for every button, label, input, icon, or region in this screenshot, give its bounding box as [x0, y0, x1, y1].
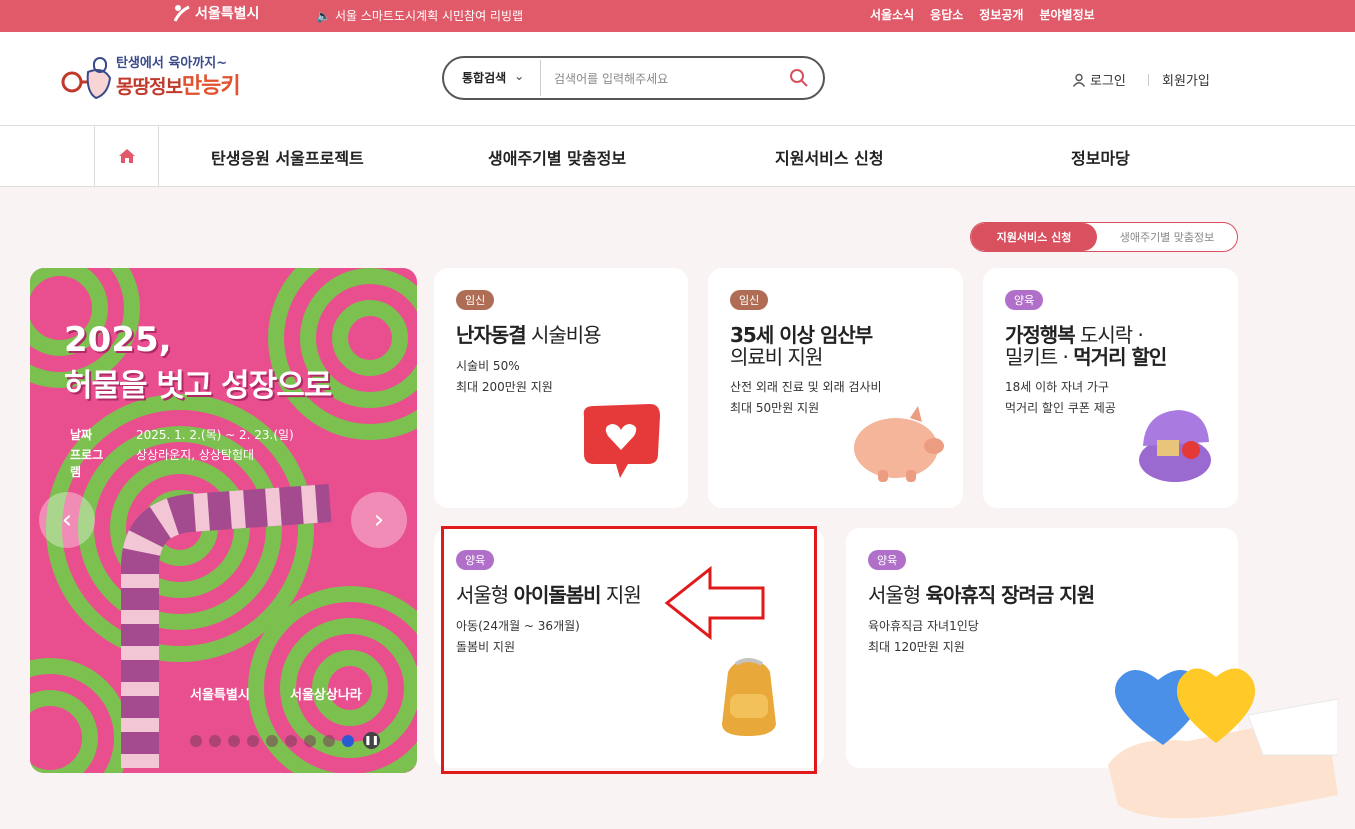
- search-icon[interactable]: [789, 68, 809, 88]
- speaker-icon: 🔈: [316, 8, 331, 23]
- category-badge: 임신: [730, 290, 769, 310]
- link-info-disclosure[interactable]: 정보공개: [979, 6, 1023, 23]
- chevron-right-icon: ›: [373, 505, 385, 535]
- category-badge: 임신: [456, 290, 495, 310]
- slide-dot[interactable]: [247, 734, 259, 747]
- prev-slide-button[interactable]: ‹: [39, 492, 95, 548]
- category-badge: 양육: [1005, 290, 1044, 310]
- slide-dot[interactable]: [190, 734, 202, 747]
- seoul-logo-icon: [173, 5, 190, 22]
- highlight-box: [441, 526, 817, 774]
- main-nav: 탄생응원 서울프로젝트 생애주기별 맞춤정보 지원서비스 신청 정보마당: [0, 126, 1355, 187]
- lunchbox-icon: [1139, 410, 1211, 482]
- card-pregnancy-medical[interactable]: 임신 35세 이상 임산부 의료비 지원 산전 외래 진료 및 외래 검사비 최대…: [708, 268, 963, 508]
- notice-link[interactable]: 🔈 서울 스마트도시계획 시민참여 리빙랩: [316, 7, 523, 24]
- pause-icon[interactable]: ❚❚: [363, 732, 380, 749]
- chevron-down-icon: ⌄: [514, 69, 525, 83]
- nav-birth-project[interactable]: 탄생응원 서울프로젝트: [211, 145, 364, 169]
- card-family-meal[interactable]: 양육 가정행복 도시락 · 밀키트 · 먹거리 할인 18세 이하 자녀 가구 먹…: [983, 268, 1238, 508]
- card-title: 35세 이상 임산부 의료비 지원: [730, 323, 873, 369]
- link-field-info[interactable]: 분야별정보: [1039, 6, 1094, 23]
- heart-chat-icon: [583, 404, 660, 478]
- next-slide-button[interactable]: ›: [351, 492, 407, 548]
- home-button[interactable]: [94, 126, 159, 186]
- home-icon: [118, 149, 135, 163]
- card-title: 난자동결 시술비용: [456, 323, 602, 347]
- slide-dot[interactable]: [323, 734, 335, 747]
- link-response[interactable]: 응답소: [930, 6, 963, 23]
- piggy-bank-icon: [854, 406, 944, 482]
- top-bar: 서울특별시 🔈 서울 스마트도시계획 시민참여 리빙랩 서울소식 응답소 정보공…: [0, 0, 1355, 32]
- slide-dot[interactable]: [285, 734, 297, 747]
- banner-org-seoul: 서울특별시: [190, 688, 250, 703]
- card-title: 서울형 육아휴직 장려금 지원: [868, 583, 1095, 607]
- link-seoul-news[interactable]: 서울소식: [870, 6, 914, 23]
- nav-info-board[interactable]: 정보마당: [1071, 145, 1130, 169]
- category-badge: 양육: [868, 550, 907, 570]
- slide-dot[interactable]: [209, 734, 221, 747]
- toggle-service-apply[interactable]: 지원서비스 신청: [971, 223, 1097, 251]
- header: 탄생에서 육아까지~ 몽땅정보만능키 통합검색 ⌄ 검색어를 입력해주세요 로그…: [0, 32, 1355, 126]
- hand-hearts-illustration: [1108, 668, 1338, 819]
- slide-dot[interactable]: [266, 734, 278, 747]
- chevron-left-icon: ‹: [61, 505, 73, 535]
- nav-service-apply[interactable]: 지원서비스 신청: [775, 145, 884, 169]
- promo-banner[interactable]: 2025, 허물을 벗고 성장으로 날짜 2025. 1. 2.(목) ~ 2.…: [30, 268, 417, 773]
- nav-lifecycle-info[interactable]: 생애주기별 맞춤정보: [488, 145, 626, 169]
- site-logo[interactable]: 탄생에서 육아까지~ 몽땅정보만능키: [58, 48, 248, 106]
- toggle-lifecycle-info[interactable]: 생애주기별 맞춤정보: [1097, 223, 1237, 251]
- card-title: 가정행복 도시락 · 밀키트 · 먹거리 할인: [1005, 323, 1167, 369]
- search-category-select[interactable]: 통합검색 ⌄: [462, 69, 524, 86]
- key-logo-icon: [61, 57, 112, 100]
- user-icon: [1072, 73, 1086, 87]
- join-link[interactable]: 회원가입: [1162, 70, 1210, 89]
- slide-dot[interactable]: [342, 734, 354, 747]
- slide-dot[interactable]: [304, 734, 316, 747]
- banner-org-museum: 서울상상나라: [290, 688, 362, 703]
- top-links: 서울소식 응답소 정보공개 분야별정보: [870, 6, 1095, 23]
- search-box: 통합검색 ⌄ 검색어를 입력해주세요: [442, 56, 825, 100]
- view-toggle: 지원서비스 신청 생애주기별 맞춤정보: [970, 222, 1238, 252]
- pointer-arrow-icon: [664, 566, 765, 640]
- seoul-brand-link[interactable]: 서울특별시: [172, 3, 259, 23]
- slide-indicators: ❚❚: [190, 732, 380, 749]
- login-link[interactable]: 로그인: [1072, 70, 1126, 89]
- card-egg-freezing[interactable]: 임신 난자동결 시술비용 시술비 50% 최대 200만원 지원: [434, 268, 688, 508]
- search-input[interactable]: 검색어를 입력해주세요: [554, 70, 668, 87]
- slide-dot[interactable]: [228, 734, 240, 747]
